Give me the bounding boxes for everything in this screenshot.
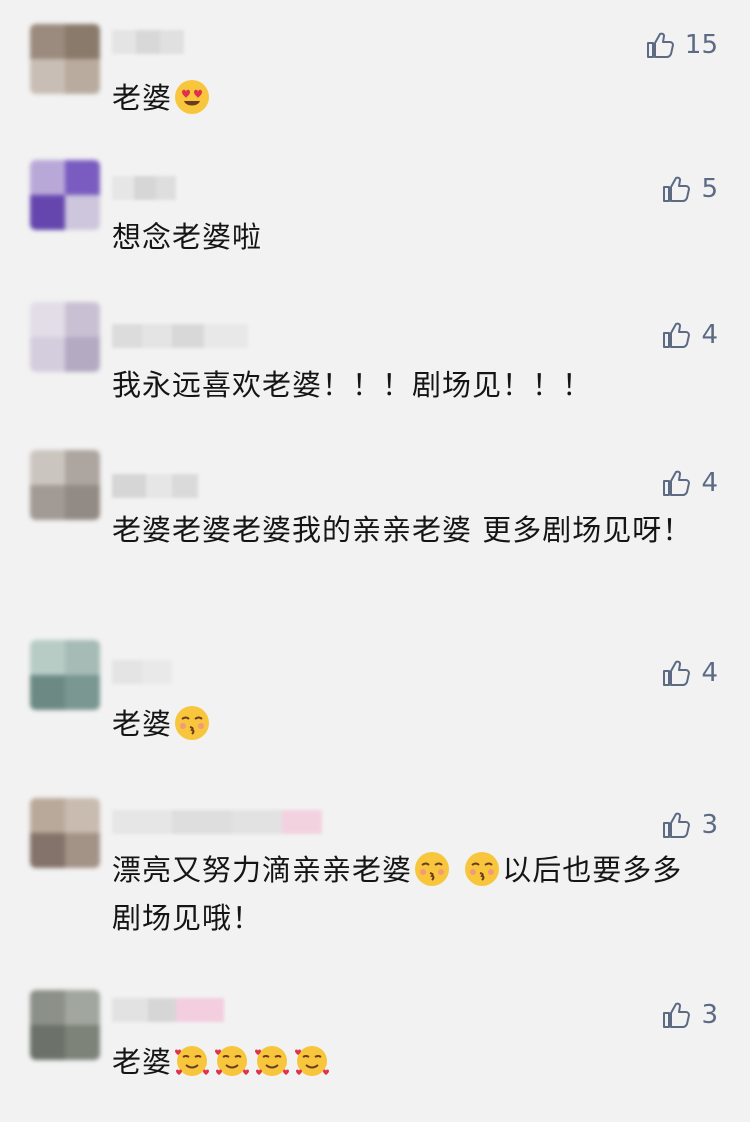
thumbs-up-icon (663, 470, 691, 496)
like-count: 4 (701, 320, 718, 350)
smiling-hearts-emoji-icon (215, 1046, 250, 1076)
thumbs-up-icon (663, 322, 691, 348)
username-blurred[interactable] (112, 810, 322, 834)
comment-text: 我永远喜欢老婆！！！剧场见！！！ (112, 368, 593, 402)
avatar[interactable] (30, 302, 100, 372)
comment-text: 老婆 (112, 74, 717, 122)
username-blurred[interactable] (112, 474, 198, 498)
avatar[interactable] (30, 990, 100, 1060)
kissing-emoji-icon (465, 852, 500, 886)
kissing-emoji-icon (415, 852, 450, 886)
username-blurred[interactable] (112, 660, 172, 684)
avatar[interactable] (30, 24, 100, 94)
comment-text: 老婆老婆老婆我的亲亲老婆 更多剧场见呀！ (112, 513, 693, 547)
like-button[interactable]: 4 (661, 658, 718, 688)
like-button[interactable]: 5 (661, 174, 718, 204)
thumbs-up-icon (646, 32, 674, 58)
like-button[interactable]: 3 (661, 810, 718, 840)
comment-text: 漂亮又努力滴亲亲老婆 以后也要多多剧场见哦！ (112, 852, 683, 935)
like-button[interactable]: 4 (661, 320, 718, 350)
comment-text: 老婆 (112, 1038, 717, 1086)
like-count: 3 (701, 810, 718, 840)
like-count: 15 (684, 30, 718, 60)
thumbs-up-icon (663, 1002, 691, 1028)
smiling-hearts-emoji-icon (175, 1046, 210, 1076)
thumbs-up-icon (663, 660, 691, 686)
avatar[interactable] (30, 160, 100, 230)
avatar[interactable] (30, 640, 100, 710)
heart-eyes-emoji-icon (175, 80, 210, 114)
smiling-hearts-emoji-icon (295, 1046, 330, 1076)
like-button[interactable]: 15 (645, 30, 718, 60)
comment-text: 想念老婆啦 (112, 220, 263, 254)
username-blurred[interactable] (112, 176, 176, 200)
kissing-emoji-icon (175, 706, 210, 740)
comment-text: 老婆 (112, 700, 717, 748)
thumbs-up-icon (663, 176, 691, 202)
username-blurred[interactable] (112, 30, 184, 54)
like-count: 4 (701, 468, 718, 498)
like-count: 5 (701, 174, 718, 204)
username-blurred[interactable] (112, 324, 248, 348)
smiling-hearts-emoji-icon (255, 1046, 290, 1076)
username-blurred[interactable] (112, 998, 224, 1022)
like-button[interactable]: 3 (661, 1000, 718, 1030)
thumbs-up-icon (663, 812, 691, 838)
avatar[interactable] (30, 798, 100, 868)
like-count: 4 (701, 658, 718, 688)
like-count: 3 (701, 1000, 718, 1030)
like-button[interactable]: 4 (661, 468, 718, 498)
avatar[interactable] (30, 450, 100, 520)
